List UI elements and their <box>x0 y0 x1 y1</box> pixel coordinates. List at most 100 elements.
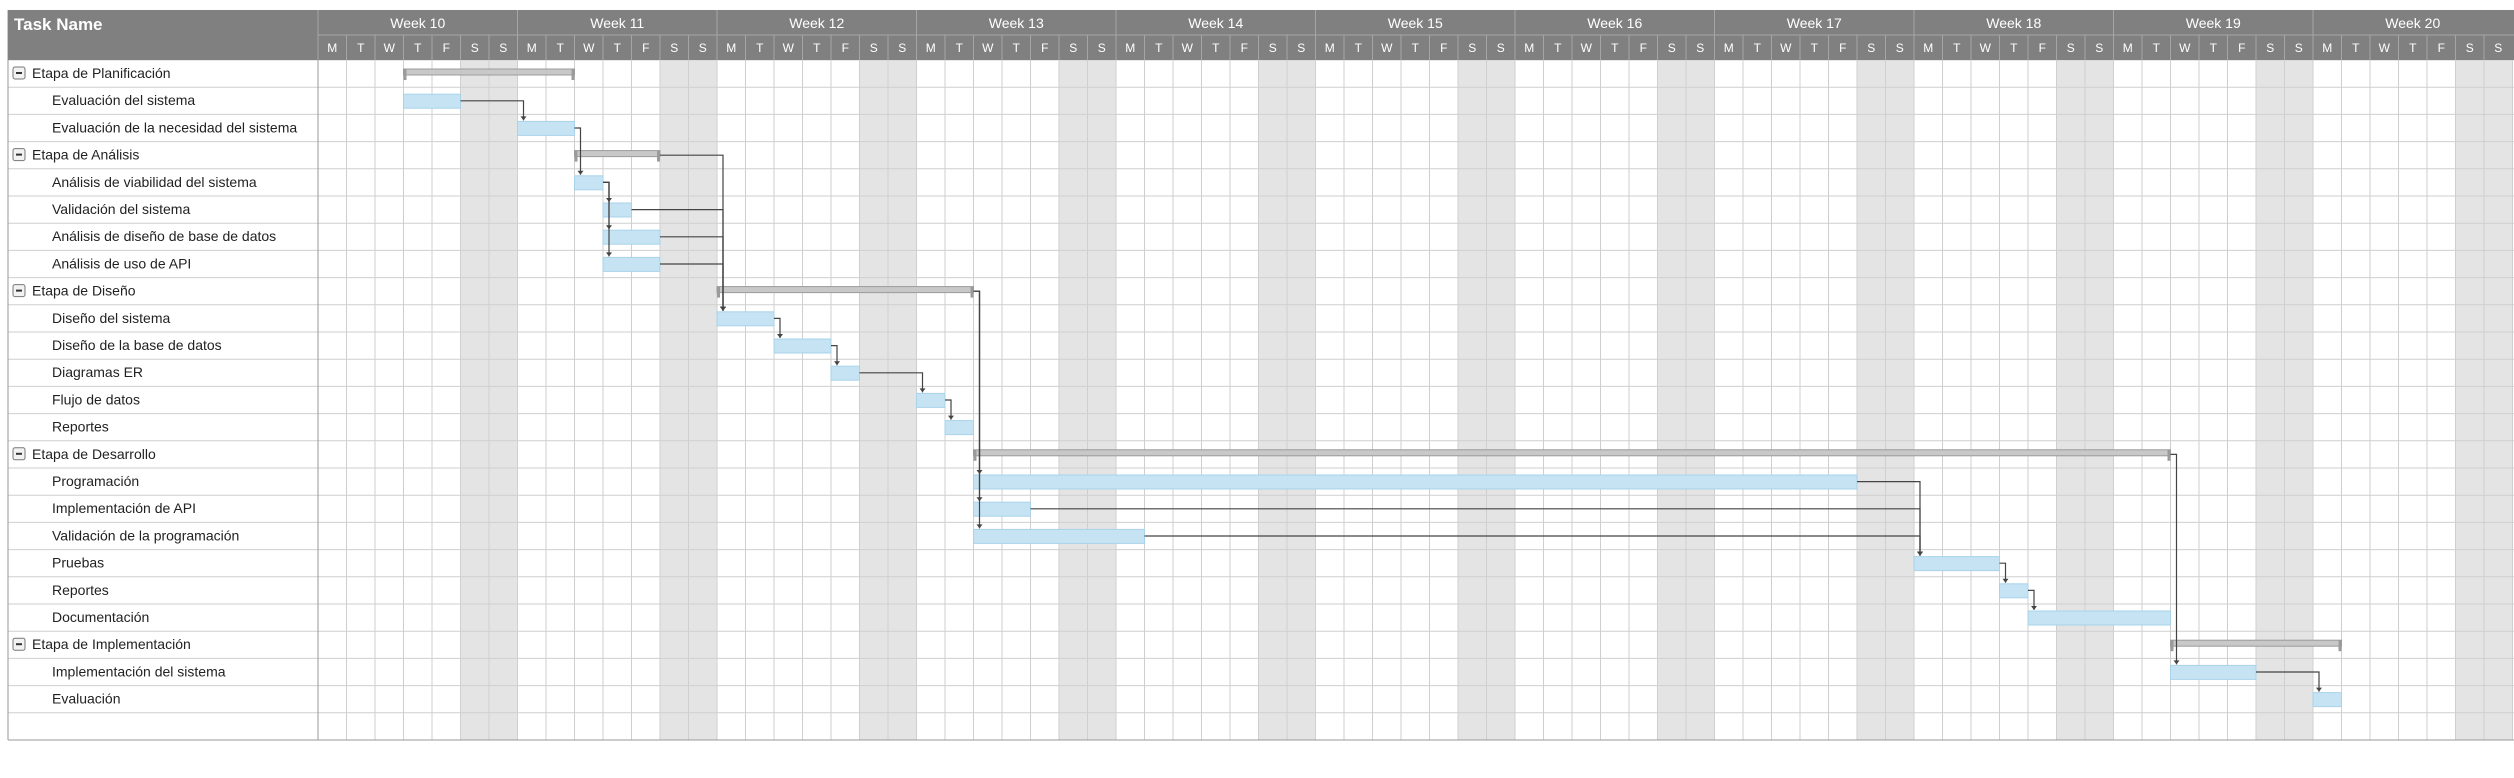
task-bar[interactable] <box>602 229 661 245</box>
day-letter: T <box>2409 41 2417 55</box>
day-letter: T <box>357 41 365 55</box>
day-letter: T <box>2352 41 2360 55</box>
day-letter: M <box>327 41 337 55</box>
group-bar-start-cap <box>2170 640 2174 652</box>
day-letter: T <box>557 41 565 55</box>
dependency-arrowhead <box>2002 578 2009 583</box>
day-letter: T <box>614 41 622 55</box>
task-name: Evaluación de la necesidad del sistema <box>52 119 297 135</box>
task-bar[interactable] <box>716 311 775 327</box>
day-letter: F <box>842 41 849 55</box>
day-letter: M <box>2123 41 2133 55</box>
day-letter: W <box>2179 41 2191 55</box>
collapse-toggle-icon[interactable] <box>12 447 26 461</box>
task-bar[interactable] <box>602 256 661 272</box>
day-letter: T <box>1155 41 1163 55</box>
week-label: Week 10 <box>390 15 445 31</box>
dependency-arrowhead <box>948 415 954 420</box>
group-bar-start-cap <box>717 286 720 298</box>
weekend-column <box>1059 60 1088 740</box>
task-bar[interactable] <box>1913 556 2000 572</box>
collapse-toggle-icon[interactable] <box>12 637 26 651</box>
task-bar[interactable] <box>517 120 575 136</box>
task-name: Reportes <box>52 582 109 598</box>
task-name: Análisis de viabilidad del sistema <box>52 174 257 190</box>
day-letter: T <box>813 41 821 55</box>
task-bar[interactable] <box>830 365 860 381</box>
collapse-toggle-icon[interactable] <box>12 284 26 298</box>
dependency-line <box>973 290 981 502</box>
task-bar[interactable] <box>773 338 832 354</box>
task-name: Análisis de uso de API <box>52 255 191 271</box>
day-letter: W <box>1381 41 1393 55</box>
task-bar[interactable] <box>2027 610 2171 626</box>
task-bar[interactable] <box>574 175 604 191</box>
task-bar[interactable] <box>403 93 461 109</box>
task-name-group: Etapa de Planificación <box>32 65 171 81</box>
weekend-column <box>2284 60 2313 740</box>
day-letter: T <box>2153 41 2161 55</box>
day-letter: W <box>1182 41 1194 55</box>
task-bar[interactable] <box>973 501 1031 517</box>
day-letter: W <box>1581 41 1593 55</box>
task-name: Validación de la programación <box>52 527 239 543</box>
task-name: Análisis de diseño de base de datos <box>52 228 276 244</box>
task-bar[interactable] <box>2312 692 2342 708</box>
day-letter: T <box>1953 41 1961 55</box>
day-letter: T <box>1212 41 1220 55</box>
collapse-toggle-icon[interactable] <box>12 66 26 80</box>
day-letter: T <box>1412 41 1420 55</box>
task-name: Pruebas <box>52 555 104 571</box>
day-letter: F <box>1839 41 1846 55</box>
timeline-header: Task Name Week 10 Week 11 Week 12 Week 13 We… <box>8 10 2514 60</box>
day-letter: M <box>1325 41 1335 55</box>
collapse-toggle-icon[interactable] <box>12 148 26 162</box>
task-bar[interactable] <box>916 392 946 408</box>
day-letter: T <box>1811 41 1819 55</box>
day-letter: M <box>2322 41 2332 55</box>
day-letter: S <box>1668 41 1676 55</box>
day-letter: S <box>2266 41 2274 55</box>
weekend-column <box>2484 60 2513 740</box>
task-bar[interactable] <box>973 528 1145 544</box>
task-bar[interactable] <box>1999 583 2029 599</box>
week-label: Week 20 <box>2385 15 2440 31</box>
day-letter: T <box>1611 41 1619 55</box>
day-letter: W <box>1980 41 1992 55</box>
task-bar[interactable] <box>2170 664 2257 680</box>
task-bar[interactable] <box>973 474 1858 490</box>
dependency-arrowhead <box>2031 606 2037 610</box>
day-letter: S <box>1069 41 1077 55</box>
group-bar[interactable] <box>574 150 661 162</box>
weekend-column <box>660 60 689 740</box>
day-letter: S <box>1269 41 1277 55</box>
gantt-chart: Task Name Week 10 Week 11 Week 12 Week 13 We… <box>7 10 2514 741</box>
day-letter: T <box>956 41 964 55</box>
task-name: Reportes <box>52 419 109 435</box>
task-bar[interactable] <box>944 420 974 436</box>
task-name: Diseño de la base de datos <box>52 337 222 353</box>
day-letter: M <box>926 41 936 55</box>
group-bar-body <box>973 449 2171 457</box>
week-label: Week 14 <box>1188 15 1243 31</box>
day-letter: F <box>2238 41 2245 55</box>
day-letter: M <box>1524 41 1534 55</box>
day-letter: S <box>499 41 507 55</box>
group-bar-start-cap <box>574 150 578 162</box>
weekend-column <box>1857 60 1886 740</box>
dependency-arrowhead <box>720 306 726 311</box>
group-bar[interactable] <box>716 286 974 298</box>
task-bar[interactable] <box>602 202 632 218</box>
group-bar-body <box>403 68 575 76</box>
dependency-line <box>973 290 981 474</box>
group-bar-body <box>716 286 974 294</box>
dependency-arrowhead <box>2173 660 2180 665</box>
task-name: Flujo de datos <box>52 391 140 407</box>
day-letter: S <box>898 41 906 55</box>
group-bar-end-cap <box>571 69 575 80</box>
dependency-arrowhead <box>1917 551 1923 556</box>
day-letter: S <box>2295 41 2303 55</box>
day-letter: S <box>2095 41 2103 55</box>
day-letter: T <box>1754 41 1762 55</box>
day-letter: S <box>699 41 707 55</box>
